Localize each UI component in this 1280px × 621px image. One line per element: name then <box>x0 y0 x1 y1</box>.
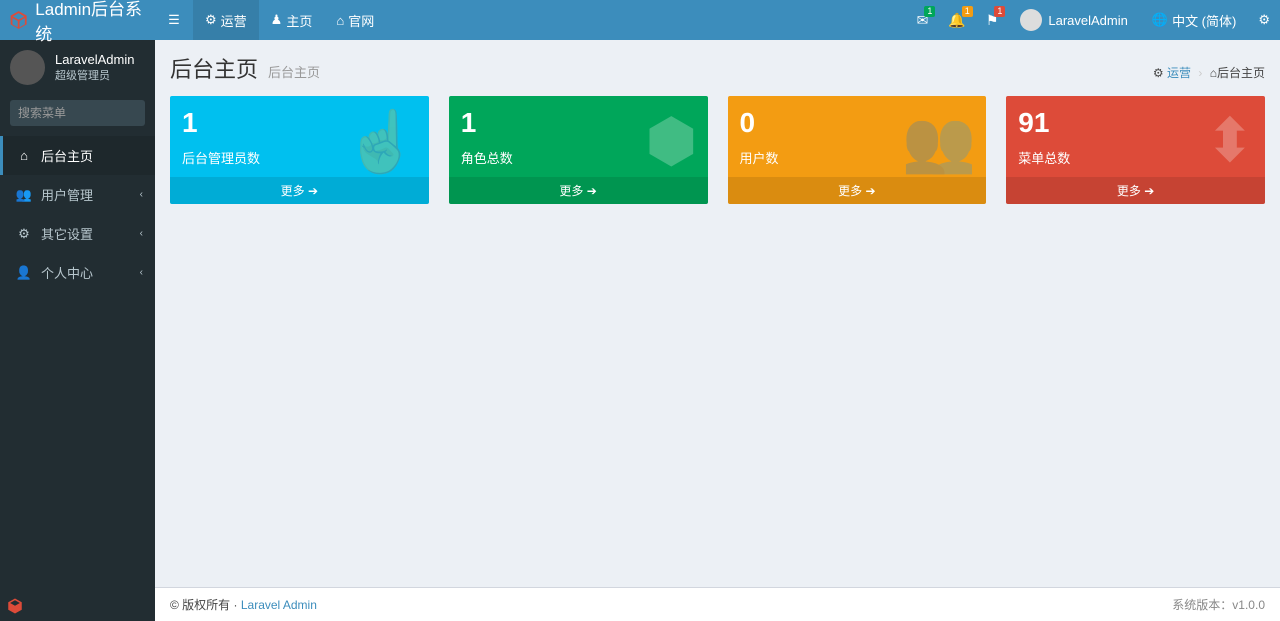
bell-badge: 1 <box>962 6 973 17</box>
menu-dashboard[interactable]: ⌂ 后台主页 <box>0 136 155 175</box>
globe-icon: 🌐 <box>1152 12 1168 28</box>
users-icon: 👥 <box>902 106 977 177</box>
mail-badge: 1 <box>924 6 935 17</box>
menu-dashboard-label: 后台主页 <box>41 146 93 165</box>
sidebar: LaravelAdmin 超级管理员 ⌂ 后台主页 👥 用户管理 ‹ ⚙ 其它设… <box>0 40 155 621</box>
box-menus: 91 菜单总数 ⬍ 更多 ➔ <box>1006 96 1265 204</box>
arrow-circle-icon: ➔ <box>308 184 318 198</box>
box-users-more[interactable]: 更多 ➔ <box>728 177 987 204</box>
box-admins: 1 后台管理员数 ☝ 更多 ➔ <box>170 96 429 204</box>
user-icon: ♟ <box>271 12 283 28</box>
arrow-circle-icon: ➔ <box>1144 184 1154 198</box>
menu-profile-label: 个人中心 <box>41 263 93 282</box>
dashboard-icon: ⚙ <box>205 12 217 28</box>
header: Ladmin后台系统 ☰ ⚙ 运营 ♟ 主页 ⌂ 官网 ✉ 1 🔔 1 ⚑ 1 <box>0 0 1280 40</box>
home-icon: ⌂ <box>336 13 344 28</box>
sidebar-toggle[interactable]: ☰ <box>155 0 193 40</box>
copyright-text: © 版权所有 · <box>170 598 241 612</box>
laravel-icon <box>6 597 24 615</box>
avatar-icon <box>1020 9 1042 31</box>
menu-settings-label: 其它设置 <box>41 224 93 243</box>
box-admins-more[interactable]: 更多 ➔ <box>170 177 429 204</box>
search-box <box>0 95 155 136</box>
settings-gear[interactable]: ⚙ <box>1248 0 1280 40</box>
notif-flag[interactable]: ⚑ 1 <box>976 0 1009 40</box>
user-icon: 👤 <box>15 265 33 281</box>
user-role: 超级管理员 <box>55 67 135 83</box>
menu-settings[interactable]: ⚙ 其它设置 ‹ <box>0 214 155 253</box>
user-avatar <box>10 50 45 85</box>
more-label: 更多 <box>281 184 305 198</box>
language-switcher[interactable]: 🌐 中文 (简体) <box>1140 0 1248 40</box>
menu-users[interactable]: 👥 用户管理 ‹ <box>0 175 155 214</box>
user-name: LaravelAdmin <box>55 52 135 67</box>
arrow-circle-icon: ➔ <box>866 184 876 198</box>
more-label: 更多 <box>838 184 862 198</box>
notif-mail[interactable]: ✉ 1 <box>907 0 939 40</box>
version-label: 系统版本： <box>1172 598 1232 612</box>
breadcrumb-sep: › <box>1198 66 1202 80</box>
breadcrumb-level1[interactable]: 运营 <box>1167 66 1191 80</box>
bars-icon: ☰ <box>168 12 180 28</box>
page-header: 后台主页 后台主页 ⚙ 运营 › ⌂后台主页 <box>155 40 1280 96</box>
users-icon: 👥 <box>15 187 33 203</box>
box-roles: 1 角色总数 ⬢ 更多 ➔ <box>449 96 708 204</box>
sitemap-icon: ⬍ <box>1205 106 1255 176</box>
nav-right: ✉ 1 🔔 1 ⚑ 1 LaravelAdmin 🌐 中文 (简体) ⚙ <box>907 0 1280 40</box>
breadcrumb-level2: 后台主页 <box>1217 66 1265 80</box>
flag-badge: 1 <box>994 6 1005 17</box>
box-users: 0 用户数 👥 更多 ➔ <box>728 96 987 204</box>
page-subtitle: 后台主页 <box>268 62 320 81</box>
topnav-site[interactable]: ⌂ 官网 <box>324 0 386 40</box>
more-label: 更多 <box>559 184 583 198</box>
header-user-label: LaravelAdmin <box>1048 13 1128 28</box>
menu-profile[interactable]: 👤 个人中心 ‹ <box>0 253 155 292</box>
footer: © 版权所有 · Laravel Admin 系统版本：v1.0.0 <box>155 587 1280 621</box>
home-icon: ⌂ <box>1210 66 1217 80</box>
header-user[interactable]: LaravelAdmin <box>1008 0 1140 40</box>
user-panel: LaravelAdmin 超级管理员 <box>0 40 155 95</box>
brand-text: Ladmin后台系统 <box>35 0 155 45</box>
cogs-icon: ⚙ <box>15 226 33 242</box>
chevron-left-icon: ‹ <box>140 267 143 278</box>
hand-pointer-icon: ☝ <box>344 106 419 177</box>
page-title: 后台主页 <box>170 52 258 84</box>
topnav-home[interactable]: ♟ 主页 <box>259 0 325 40</box>
footer-version: 系统版本：v1.0.0 <box>1172 596 1265 613</box>
arrow-circle-icon: ➔ <box>587 184 597 198</box>
box-roles-more[interactable]: 更多 ➔ <box>449 177 708 204</box>
topnav-ops[interactable]: ⚙ 运营 <box>193 0 259 40</box>
cubes-icon: ⬢ <box>645 106 697 176</box>
home-icon: ⌂ <box>15 148 33 163</box>
topnav-home-label: 主页 <box>286 11 312 30</box>
menu-users-label: 用户管理 <box>41 185 93 204</box>
logo[interactable]: Ladmin后台系统 <box>0 0 155 40</box>
gears-icon: ⚙ <box>1258 12 1270 28</box>
language-label: 中文 (简体) <box>1172 11 1236 30</box>
chevron-left-icon: ‹ <box>140 189 143 200</box>
chevron-left-icon: ‹ <box>140 228 143 239</box>
more-label: 更多 <box>1117 184 1141 198</box>
laravel-icon <box>8 9 29 31</box>
stat-boxes: 1 后台管理员数 ☝ 更多 ➔ 1 角色总数 ⬢ 更多 ➔ 0 用户数 <box>155 96 1280 204</box>
breadcrumb: ⚙ 运营 › ⌂后台主页 <box>1153 64 1265 81</box>
nav-left: ☰ ⚙ 运营 ♟ 主页 ⌂ 官网 <box>155 0 386 40</box>
box-menus-more[interactable]: 更多 ➔ <box>1006 177 1265 204</box>
footer-link[interactable]: Laravel Admin <box>241 598 317 612</box>
version-value: v1.0.0 <box>1232 598 1265 612</box>
notif-bell[interactable]: 🔔 1 <box>938 0 975 40</box>
topnav-site-label: 官网 <box>348 11 374 30</box>
dashboard-icon: ⚙ <box>1153 66 1164 80</box>
content: 后台主页 后台主页 ⚙ 运营 › ⌂后台主页 1 后台管理员数 ☝ 更多 ➔ 1… <box>155 40 1280 591</box>
topnav-ops-label: 运营 <box>221 11 247 30</box>
search-input[interactable] <box>10 100 145 126</box>
